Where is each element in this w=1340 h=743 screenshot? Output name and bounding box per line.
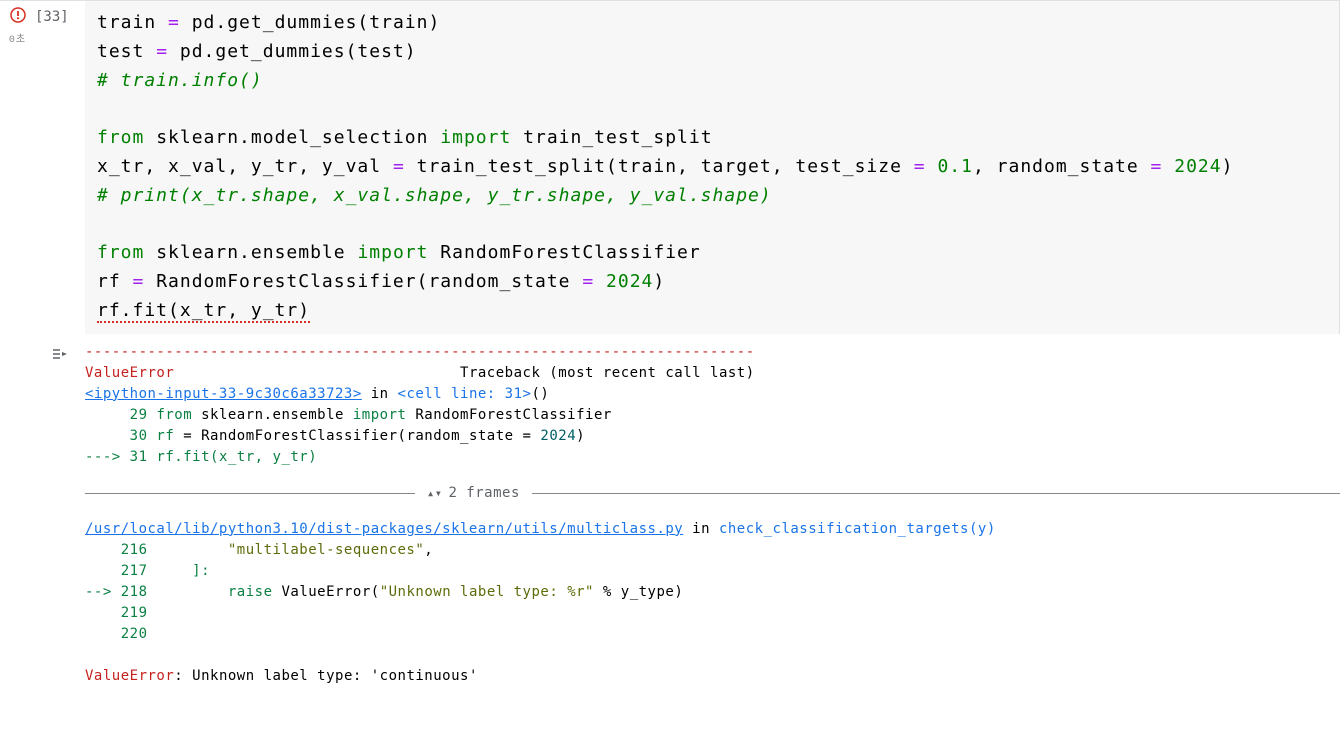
frames-separator[interactable]: ▴▾2 frames: [85, 483, 1340, 504]
code-editor[interactable]: train = pd.get_dummies(train)test = pd.g…: [85, 1, 1340, 334]
file-link[interactable]: /usr/local/lib/python3.10/dist-packages/…: [85, 521, 683, 537]
final-error-name: ValueError: [85, 668, 174, 684]
code-cell: 0초 [33] train = pd.get_dummies(train)tes…: [0, 0, 1340, 334]
error-icon: [0, 7, 35, 28]
error-name: ValueError: [85, 365, 174, 381]
final-error-message: : Unknown label type: 'continuous': [174, 668, 478, 684]
output-gutter: [0, 334, 85, 695]
traceback-separator: ----------------------------------------…: [85, 344, 755, 360]
cell-gutter: 0초: [0, 1, 35, 334]
expand-icon: ▴▾: [427, 484, 442, 502]
execution-count: [33]: [35, 1, 85, 334]
error-output[interactable]: ----------------------------------------…: [85, 334, 1340, 695]
output-toggle-icon[interactable]: [50, 350, 70, 370]
execution-duration: 0초: [0, 30, 35, 46]
ipython-input-link[interactable]: <ipython-input-33-9c30c6a33723>: [85, 386, 362, 402]
output-area: ----------------------------------------…: [0, 334, 1340, 695]
